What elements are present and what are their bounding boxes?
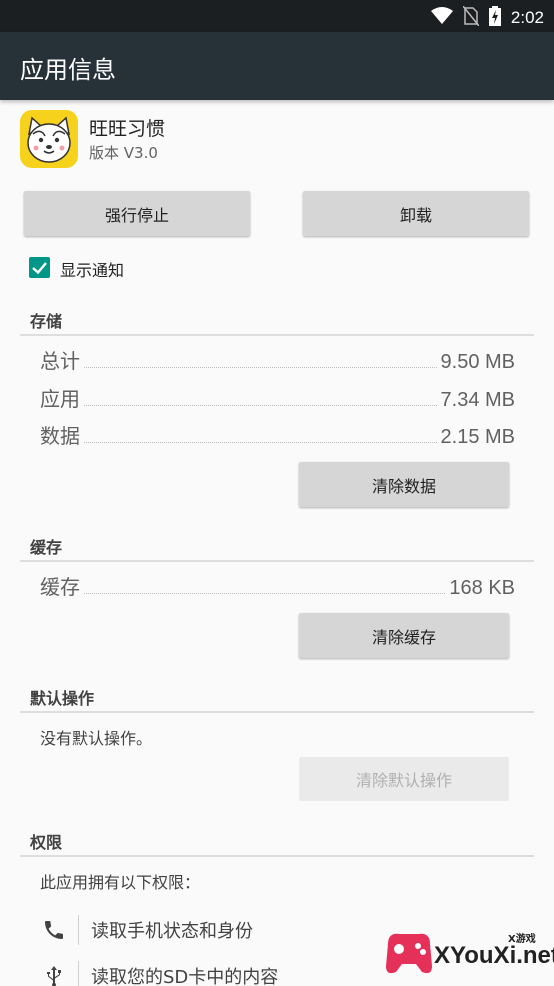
storage-row-data: 数据 2.15 MB bbox=[40, 421, 515, 449]
status-time: 2:02 bbox=[510, 8, 544, 27]
usb-icon bbox=[40, 962, 68, 986]
permission-item-storage: 读取您的SD卡中的内容 bbox=[40, 958, 400, 986]
show-notifications-label: 显示通知 bbox=[60, 261, 125, 280]
show-notifications-checkbox[interactable] bbox=[29, 257, 50, 278]
no-sim-icon bbox=[462, 5, 480, 30]
app-name: 旺旺习惯 bbox=[89, 118, 166, 140]
uninstall-button[interactable]: 卸载 bbox=[303, 191, 529, 236]
permissions-intro: 此应用拥有以下权限： bbox=[40, 873, 201, 892]
stat-label: 缓存 bbox=[40, 575, 80, 599]
defaults-divider bbox=[20, 711, 534, 713]
stat-value: 168 KB bbox=[449, 577, 515, 599]
watermark: X游戏 XYouXi.net bbox=[380, 918, 554, 986]
separator bbox=[78, 961, 79, 986]
cache-row: 缓存 168 KB bbox=[40, 572, 515, 600]
dotted-leader bbox=[84, 405, 437, 406]
shiba-dog-icon bbox=[20, 110, 78, 168]
battery-charging-icon bbox=[488, 6, 501, 30]
permission-item-phone: 读取手机状态和身份 bbox=[40, 912, 400, 948]
dotted-leader bbox=[84, 593, 446, 594]
clear-data-button[interactable]: 清除数据 bbox=[299, 462, 509, 507]
defaults-header: 默认操作 bbox=[30, 689, 95, 708]
storage-row-app: 应用 7.34 MB bbox=[40, 384, 515, 412]
app-bar: 应用信息 bbox=[0, 32, 554, 100]
clear-defaults-button[interactable]: 清除默认操作 bbox=[299, 757, 509, 801]
permission-label: 读取手机状态和身份 bbox=[91, 921, 253, 942]
checkmark-icon bbox=[32, 262, 47, 275]
permissions-divider bbox=[20, 855, 534, 857]
dotted-leader bbox=[84, 442, 437, 443]
separator bbox=[78, 915, 79, 945]
permissions-header: 权限 bbox=[30, 833, 63, 852]
wifi-icon bbox=[430, 7, 453, 29]
defaults-text: 没有默认操作。 bbox=[40, 729, 153, 748]
permission-label: 读取您的SD卡中的内容 bbox=[91, 967, 279, 986]
status-bar: 2:02 bbox=[0, 0, 554, 32]
stat-value: 2.15 MB bbox=[440, 426, 515, 448]
stat-label: 数据 bbox=[40, 424, 80, 448]
cache-divider bbox=[20, 560, 534, 562]
stat-label: 应用 bbox=[40, 387, 80, 411]
force-stop-button[interactable]: 强行停止 bbox=[24, 191, 250, 236]
storage-header: 存储 bbox=[30, 312, 63, 331]
stat-value: 7.34 MB bbox=[440, 389, 515, 411]
app-version: 版本 V3.0 bbox=[89, 144, 158, 162]
phone-icon bbox=[40, 916, 68, 944]
stat-value: 9.50 MB bbox=[440, 351, 515, 373]
storage-divider bbox=[20, 334, 534, 336]
dotted-leader bbox=[84, 367, 437, 368]
stat-label: 总计 bbox=[40, 349, 80, 373]
page-title: 应用信息 bbox=[20, 56, 116, 84]
watermark-text: XYouXi.net bbox=[434, 942, 554, 969]
clear-cache-button[interactable]: 清除缓存 bbox=[299, 613, 509, 658]
gamepad-logo-icon bbox=[386, 933, 432, 974]
storage-row-total: 总计 9.50 MB bbox=[40, 346, 515, 374]
cache-header: 缓存 bbox=[30, 538, 63, 557]
